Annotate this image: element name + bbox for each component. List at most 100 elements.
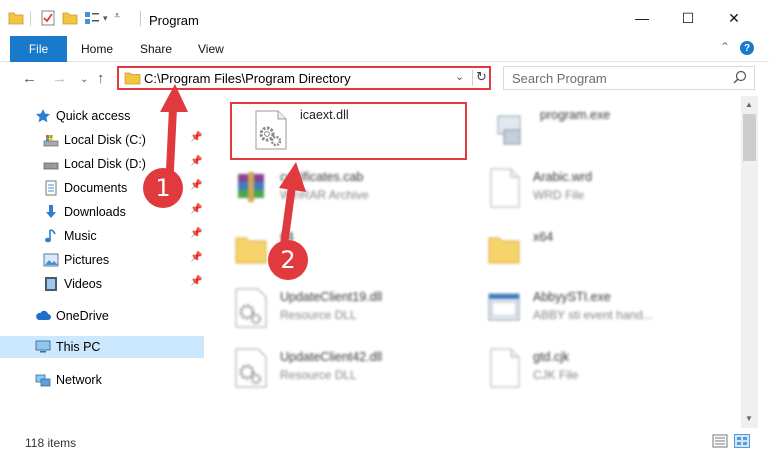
pin-icon[interactable]: 📌 <box>190 132 202 143</box>
tab-file[interactable]: File <box>10 36 67 62</box>
address-path[interactable]: C:\Program Files\Program Directory <box>144 71 351 86</box>
step-marker-1: 1 <box>143 168 183 208</box>
pin-icon[interactable]: 📌 <box>190 156 202 167</box>
file-type: WinRAR Archive <box>280 188 369 202</box>
large-icons-view-icon[interactable] <box>734 434 750 448</box>
pin-icon[interactable]: 📌 <box>190 204 202 215</box>
sidebar-item-label: Local Disk (C:) <box>64 133 146 147</box>
view-options-icon[interactable] <box>84 10 100 26</box>
sidebar-item-label: Downloads <box>64 205 126 219</box>
file-name: program.exe <box>540 108 611 122</box>
file-type: Resource DLL <box>280 308 357 322</box>
help-icon[interactable]: ? <box>740 41 754 55</box>
file-item-program-exe[interactable]: program.exe <box>470 102 710 160</box>
sidebar-item-label: Documents <box>64 181 128 195</box>
sidebar-item-music[interactable]: Music 📌 <box>0 225 204 247</box>
refresh-icon[interactable]: ↻ <box>476 69 487 85</box>
file-name: x64 <box>533 230 554 244</box>
sidebar-item-network[interactable]: Network <box>0 369 204 391</box>
sidebar-item-quick-access[interactable]: Quick access <box>0 105 204 127</box>
ribbon-tabs: File Home Share View ⌃ ? <box>0 36 769 62</box>
music-icon <box>45 229 56 243</box>
up-button[interactable]: ↑ <box>97 70 105 87</box>
file-item-folder-x64[interactable]: x64 <box>463 220 703 278</box>
dll-gear-icon <box>235 288 267 328</box>
vertical-scrollbar[interactable]: ▲ ▼ <box>741 96 758 428</box>
file-item-updateclient42-dll[interactable]: UpdateClient42.dll Resource DLL <box>210 340 450 398</box>
sidebar-item-label: This PC <box>56 340 101 354</box>
customize-qa-icon[interactable]: ⩡ <box>114 10 120 23</box>
status-bar: 118 items <box>0 428 769 471</box>
tab-share[interactable]: Share <box>140 42 172 56</box>
sidebar-item-label: Pictures <box>64 253 110 267</box>
file-item-certificates-cab[interactable]: certificates.cab WinRAR Archive <box>210 160 450 218</box>
address-dropdown-icon[interactable]: ⌄ <box>455 70 464 83</box>
minimize-button[interactable]: — <box>619 0 665 36</box>
qa-divider <box>30 11 31 26</box>
folder-icon <box>235 237 267 264</box>
maximize-button[interactable]: ☐ <box>665 0 711 36</box>
sidebar-item-this-pc[interactable]: This PC <box>0 336 204 358</box>
address-bar[interactable]: C:\Program Files\Program Directory ⌄ ↻ <box>117 66 491 90</box>
forward-button[interactable]: → <box>52 70 67 87</box>
sidebar-item-label: Music <box>64 229 97 243</box>
sidebar-item-label: OneDrive <box>56 309 109 323</box>
search-input[interactable]: Search Program <box>512 71 607 86</box>
exe-icon <box>497 115 521 145</box>
download-icon <box>46 205 56 218</box>
file-item-abbyysti-exe[interactable]: AbbyySTI.exe ABBY sti event hand... <box>463 280 703 338</box>
documents-icon <box>45 180 57 196</box>
file-item-updateclient19-dll[interactable]: UpdateClient19.dll Resource DLL <box>210 280 450 338</box>
folder-icon <box>124 72 141 85</box>
search-icon[interactable] <box>733 70 747 84</box>
recent-locations-button[interactable]: ⌄ <box>80 74 88 85</box>
file-highlight-box <box>230 102 467 160</box>
window-title: Program <box>149 13 199 28</box>
sidebar-item-local-disk-c[interactable]: Local Disk (C:) 📌 <box>0 129 204 151</box>
properties-icon[interactable] <box>40 10 56 26</box>
tab-home[interactable]: Home <box>81 42 113 56</box>
pin-icon[interactable]: 📌 <box>190 180 202 191</box>
pictures-icon <box>43 253 59 267</box>
back-button[interactable]: ← <box>22 70 37 87</box>
file-item-arabic-wrd[interactable]: Arabic.wrd WRD File <box>463 160 703 218</box>
search-box[interactable]: Search Program <box>503 66 755 90</box>
file-item-gtd-cjk[interactable]: gtd.cjk CJK File <box>463 340 703 398</box>
network-icon <box>35 374 51 387</box>
details-view-icon[interactable] <box>712 434 728 448</box>
file-type: CJK File <box>533 368 579 382</box>
file-name: UpdateClient42.dll <box>280 350 383 364</box>
sidebar-item-videos[interactable]: Videos 📌 <box>0 273 204 295</box>
file-name: AbbyySTI.exe <box>533 290 611 304</box>
folder-icon[interactable] <box>8 10 24 26</box>
blank-file-icon <box>490 168 520 208</box>
new-folder-icon[interactable] <box>62 10 78 26</box>
pin-icon[interactable]: 📌 <box>190 276 202 287</box>
close-button[interactable]: ✕ <box>711 0 757 36</box>
drive-icon <box>43 162 59 170</box>
drive-icon <box>43 135 59 147</box>
step-marker-2: 2 <box>268 240 308 280</box>
scroll-thumb[interactable] <box>743 114 756 161</box>
winrar-icon <box>238 172 264 202</box>
qa-dropdown-icon[interactable]: ▾ <box>103 13 108 24</box>
collapse-ribbon-icon[interactable]: ⌃ <box>720 40 730 54</box>
scroll-up-icon[interactable]: ▲ <box>745 100 753 109</box>
item-count: 118 items <box>25 436 77 450</box>
sidebar-item-label: Network <box>56 373 102 387</box>
dll-gear-icon <box>235 348 267 388</box>
file-name: gtd.cjk <box>533 350 570 364</box>
folder-icon <box>488 237 520 264</box>
sidebar-item-onedrive[interactable]: OneDrive <box>0 305 204 327</box>
sidebar-item-label: Quick access <box>56 109 131 123</box>
sidebar-item-label: Local Disk (D:) <box>64 157 146 171</box>
file-item-folder-64[interactable]: 64 <box>210 220 450 278</box>
title-divider <box>140 11 141 26</box>
pin-icon[interactable]: 📌 <box>190 228 202 239</box>
sidebar-item-label: Videos <box>64 277 102 291</box>
pin-icon[interactable]: 📌 <box>190 252 202 263</box>
star-icon <box>36 109 50 123</box>
sidebar-item-pictures[interactable]: Pictures 📌 <box>0 249 204 271</box>
tab-view[interactable]: View <box>198 42 224 56</box>
scroll-down-icon[interactable]: ▼ <box>745 414 753 423</box>
